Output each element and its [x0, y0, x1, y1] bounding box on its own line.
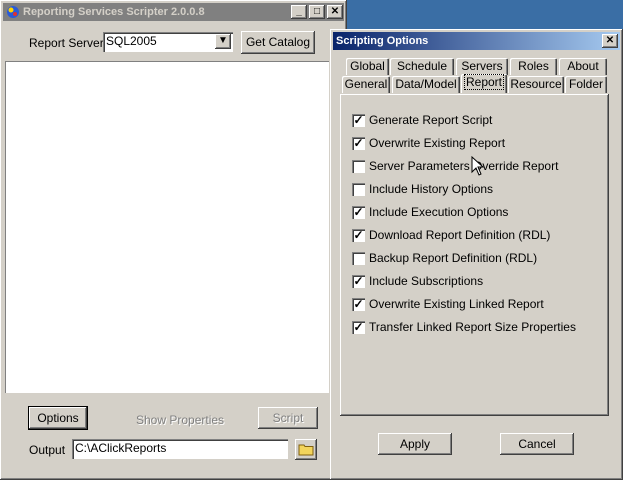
- option-label: Transfer Linked Report Size Properties: [369, 320, 576, 334]
- tab-servers[interactable]: Servers: [456, 58, 508, 75]
- tab-global[interactable]: Global: [346, 58, 389, 75]
- close-icon[interactable]: ✕: [327, 5, 343, 19]
- minimize-icon[interactable]: _: [291, 5, 307, 19]
- report-server-select[interactable]: SQL2005 ▼: [103, 32, 233, 52]
- get-catalog-button[interactable]: Get Catalog: [241, 31, 315, 54]
- tab-report[interactable]: Report: [461, 74, 507, 93]
- checkbox[interactable]: [352, 183, 365, 196]
- report-server-label: Report Server: [29, 36, 104, 50]
- checkbox[interactable]: ✓: [352, 275, 365, 288]
- checkbox[interactable]: [352, 160, 365, 173]
- option-label: Generate Report Script: [369, 113, 493, 127]
- browse-folder-button[interactable]: [295, 439, 317, 460]
- checkbox[interactable]: ✓: [352, 137, 365, 150]
- option-label: Server Parameters Override Report: [369, 159, 559, 173]
- report-server-value: SQL2005: [106, 34, 157, 48]
- option-label: Overwrite Existing Report: [369, 136, 506, 150]
- script-button[interactable]: Script: [258, 407, 318, 429]
- show-properties-label[interactable]: Show Properties: [136, 413, 224, 427]
- checkbox[interactable]: ✓: [352, 321, 365, 334]
- tab-folder[interactable]: Folder: [565, 76, 607, 93]
- options-button[interactable]: Options: [28, 406, 88, 430]
- maximize-icon[interactable]: □: [309, 5, 325, 19]
- mouse-cursor-icon: [471, 156, 485, 176]
- checkbox[interactable]: ✓: [352, 298, 365, 311]
- checkbox[interactable]: ✓: [352, 114, 365, 127]
- option-label: Backup Report Definition (RDL): [369, 251, 538, 265]
- checkbox[interactable]: ✓: [352, 206, 365, 219]
- option-label: Download Report Definition (RDL): [369, 228, 551, 242]
- checkbox[interactable]: ✓: [352, 229, 365, 242]
- tab-schedule[interactable]: Schedule: [390, 58, 454, 75]
- main-window: Reporting Services Scripter 2.0.0.8 _ □ …: [0, 0, 347, 480]
- tab-report-label: Report: [463, 74, 505, 90]
- folder-icon: [298, 444, 314, 456]
- chevron-down-icon[interactable]: ▼: [215, 34, 231, 49]
- tab-about[interactable]: About: [559, 58, 607, 75]
- option-label: Overwrite Existing Linked Report: [369, 297, 544, 311]
- output-path-value: C:\AClickReports: [75, 441, 167, 455]
- cancel-button[interactable]: Cancel: [500, 433, 574, 455]
- option-label: Include Subscriptions: [369, 274, 484, 288]
- tab-resource[interactable]: Resource: [508, 76, 564, 93]
- apply-button[interactable]: Apply: [378, 433, 452, 455]
- tab-data-model[interactable]: Data/Model: [392, 76, 460, 93]
- tab-general[interactable]: General: [342, 76, 390, 93]
- output-path-input[interactable]: C:\AClickReports: [72, 439, 288, 459]
- option-label: Include History Options: [369, 182, 494, 196]
- dialog-close-icon[interactable]: ✕: [602, 34, 618, 48]
- output-label: Output: [29, 443, 66, 457]
- app-icon: [7, 6, 19, 18]
- dialog-title-bar[interactable]: Scripting Options ✕: [333, 32, 620, 50]
- main-title-bar[interactable]: Reporting Services Scripter 2.0.0.8 _ □ …: [3, 3, 344, 21]
- catalog-tree-panel[interactable]: [5, 61, 329, 393]
- dialog-title: Scripting Options: [336, 35, 429, 47]
- tab-roles[interactable]: Roles: [510, 58, 557, 75]
- checkbox[interactable]: [352, 252, 365, 265]
- main-window-title: Reporting Services Scripter 2.0.0.8: [23, 6, 205, 18]
- option-label: Include Execution Options: [369, 205, 509, 219]
